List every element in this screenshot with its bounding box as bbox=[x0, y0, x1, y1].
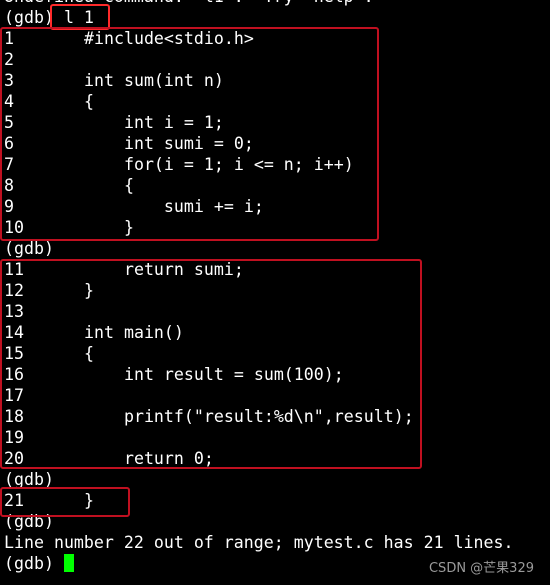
listing-block-1-box bbox=[0, 27, 379, 241]
prompt-line: (gdb) bbox=[4, 238, 514, 259]
csdn-watermark: CSDN @芒果329 bbox=[428, 561, 534, 576]
gdb-prompt: (gdb) bbox=[4, 239, 64, 258]
cursor bbox=[63, 554, 74, 572]
error-line: Line number 22 out of range; mytest.c ha… bbox=[4, 532, 514, 553]
error-message: Line number 22 out of range; mytest.c ha… bbox=[4, 533, 514, 552]
listing-block-3-box bbox=[0, 487, 130, 517]
gdb-prompt: (gdb) bbox=[4, 554, 64, 573]
listing-block-2-box bbox=[0, 259, 422, 469]
